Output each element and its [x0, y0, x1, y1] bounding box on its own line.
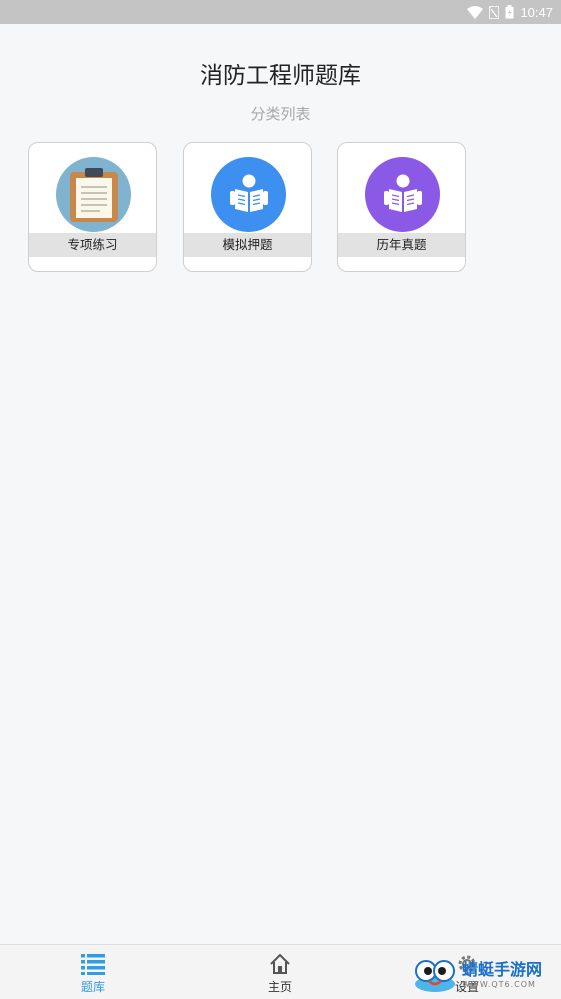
status-bar: 10:47 — [0, 0, 561, 24]
sim-icon — [489, 5, 500, 19]
tab-label: 题库 — [80, 980, 105, 994]
category-card-past-exams[interactable]: 历年真题 — [337, 142, 466, 272]
watermark-name: 蜻蜓手游网 — [462, 959, 543, 979]
wifi-icon — [467, 5, 484, 19]
watermark: 蜻蜓手游网 WWW.QT6.COM — [412, 952, 561, 999]
list-icon — [81, 953, 105, 979]
tab-question-bank[interactable]: 题库 — [53, 945, 133, 999]
dragonfly-logo-icon — [412, 954, 458, 998]
page-subtitle: 分类列表 — [250, 105, 311, 123]
home-icon — [269, 953, 291, 979]
category-label: 专项练习 — [29, 233, 156, 257]
category-card-special-practice[interactable]: 专项练习 — [28, 142, 157, 272]
page-title: 消防工程师题库 — [200, 63, 361, 89]
tab-home[interactable]: 主页 — [240, 945, 320, 999]
status-time: 10:47 — [520, 4, 553, 20]
category-label: 模拟押题 — [184, 233, 311, 257]
battery-icon — [505, 5, 514, 19]
tab-label: 主页 — [267, 980, 292, 994]
watermark-url: WWW.QT6.COM — [462, 979, 536, 989]
clipboard-icon — [56, 157, 131, 232]
reader-icon — [365, 157, 440, 232]
reader-icon — [211, 157, 286, 232]
category-label: 历年真题 — [338, 233, 465, 257]
category-card-mock-exam[interactable]: 模拟押题 — [183, 142, 312, 272]
